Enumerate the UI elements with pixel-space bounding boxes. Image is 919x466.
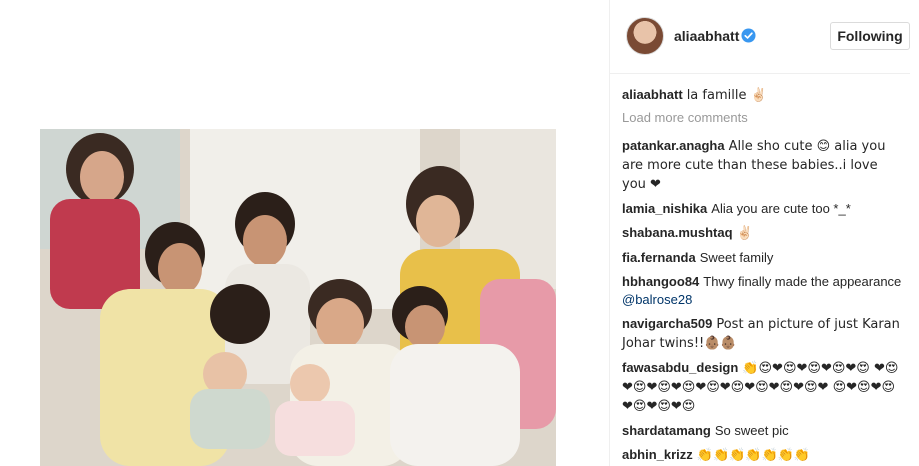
- comment-text: Thwy finally made the appearance: [703, 274, 902, 289]
- post-header: aliaabhatt Following: [610, 0, 910, 74]
- post-sidebar: aliaabhatt Following aliaabhatt la famill…: [609, 0, 910, 466]
- caption-text: la famille ✌🏻: [686, 88, 767, 103]
- comment-username[interactable]: lamia_nishika: [622, 201, 707, 216]
- comment-username[interactable]: fia.fernanda: [622, 250, 696, 265]
- comments-list: aliaabhatt la famille ✌🏻 Load more commen…: [622, 86, 904, 466]
- comment-username[interactable]: shabana.mushtaq: [622, 225, 733, 240]
- comment-item: shabana.mushtaq ✌🏻: [622, 224, 904, 243]
- comment-text: So sweet pic: [714, 423, 789, 438]
- load-more-comments-link[interactable]: Load more comments: [622, 109, 904, 127]
- comment-username[interactable]: fawasabdu_design: [622, 360, 738, 375]
- verified-badge-icon: [741, 28, 756, 43]
- comment-item: shardatamang So sweet pic: [622, 422, 904, 440]
- comment-username[interactable]: navigarcha509: [622, 316, 712, 331]
- comment-text: ✌🏻: [736, 226, 753, 241]
- comment-mention-link[interactable]: @balrose28: [622, 292, 692, 307]
- following-button[interactable]: Following: [830, 22, 910, 50]
- post-media-pane: [0, 0, 600, 466]
- comment-username[interactable]: abhin_krizz: [622, 447, 693, 462]
- family-photo-illustration: [40, 129, 556, 466]
- comment-item: abhin_krizz 👏👏👏👏👏👏👏: [622, 446, 904, 465]
- comment-text: Sweet family: [699, 250, 774, 265]
- author-username[interactable]: aliaabhatt: [674, 28, 739, 44]
- caption: aliaabhatt la famille ✌🏻: [622, 86, 904, 105]
- comment-username[interactable]: shardatamang: [622, 423, 711, 438]
- comment-username[interactable]: hbhangoo84: [622, 274, 699, 289]
- comment-item: patankar.anagha Alle sho cute 😊 alia you …: [622, 137, 904, 194]
- comment-username[interactable]: patankar.anagha: [622, 138, 725, 153]
- comment-item: hbhangoo84 Thwy finally made the appearan…: [622, 273, 904, 309]
- comment-item: fawasabdu_design 👏😍❤😍❤😍❤😍❤😍 ❤😍❤😍❤😍❤😍❤😍❤😍❤…: [622, 359, 904, 416]
- comment-item: navigarcha509 Post an picture of just Kar…: [622, 315, 904, 353]
- avatar[interactable]: [626, 17, 664, 55]
- post-photo[interactable]: [40, 129, 556, 466]
- comment-item: fia.fernanda Sweet family: [622, 249, 904, 267]
- comment-text: 👏👏👏👏👏👏👏: [696, 448, 811, 463]
- caption-username[interactable]: aliaabhatt: [622, 87, 683, 102]
- comment-text: Alia you are cute too *_*: [711, 201, 851, 216]
- comment-item: lamia_nishika Alia you are cute too *_*: [622, 200, 904, 218]
